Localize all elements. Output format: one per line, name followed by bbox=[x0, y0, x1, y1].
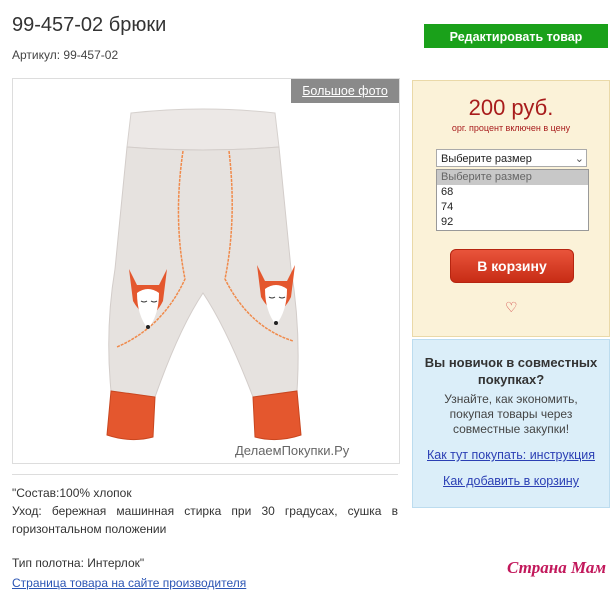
page-title: 99-457-02 брюки bbox=[12, 14, 167, 36]
fabric-text: Тип полотна: Интерлок" bbox=[12, 556, 145, 570]
divider bbox=[12, 474, 398, 475]
maker-page-link[interactable]: Страница товара на сайте производителя bbox=[12, 576, 246, 590]
edit-product-button[interactable]: Редактировать товар bbox=[424, 24, 608, 48]
care-text: Уход: бережная машинная стирка при 30 гр… bbox=[12, 504, 398, 536]
size-option[interactable]: 68 bbox=[437, 185, 588, 200]
product-photo[interactable]: Большое фото ДелаемПокупки.Ру bbox=[12, 78, 400, 464]
newbie-info-panel: Вы новичок в совместных покупках? Узнайт… bbox=[412, 339, 610, 508]
size-select-value: Выберите размер bbox=[441, 153, 532, 165]
price-panel: 200 руб. орг. процент включен в цену Выб… bbox=[412, 80, 610, 337]
pants-image bbox=[106, 108, 302, 441]
add-to-cart-button[interactable]: В корзину bbox=[450, 249, 574, 283]
size-select[interactable]: Выберите размер ⌄ bbox=[436, 149, 587, 167]
size-option[interactable]: 74 bbox=[437, 200, 588, 215]
description: "Состав:100% хлопок Уход: бережная машин… bbox=[12, 484, 398, 538]
how-to-buy-link[interactable]: Как тут покупать: инструкция bbox=[413, 448, 609, 462]
price-note: орг. процент включен в цену bbox=[451, 123, 571, 133]
how-to-add-to-cart-link[interactable]: Как добавить в корзину bbox=[413, 474, 609, 488]
sku-label: Артикул: 99-457-02 bbox=[12, 48, 119, 62]
heart-icon[interactable]: ♡ bbox=[505, 299, 518, 316]
chevron-down-icon: ⌄ bbox=[574, 153, 584, 165]
info-text: Узнайте, как экономить, покупая товары ч… bbox=[444, 392, 578, 436]
composition-text: "Состав:100% хлопок bbox=[12, 486, 132, 500]
watermark: ДелаемПокупки.Ру bbox=[235, 443, 350, 458]
size-dropdown-list: Выберите размер 68 74 92 bbox=[436, 169, 589, 231]
size-option[interactable]: Выберите размер bbox=[437, 170, 588, 185]
price: 200 руб. bbox=[468, 95, 554, 120]
site-logo: Страна Мам bbox=[506, 558, 606, 577]
info-title: Вы новичок в совместных покупках? bbox=[424, 355, 598, 387]
size-option[interactable]: 92 bbox=[437, 215, 588, 230]
